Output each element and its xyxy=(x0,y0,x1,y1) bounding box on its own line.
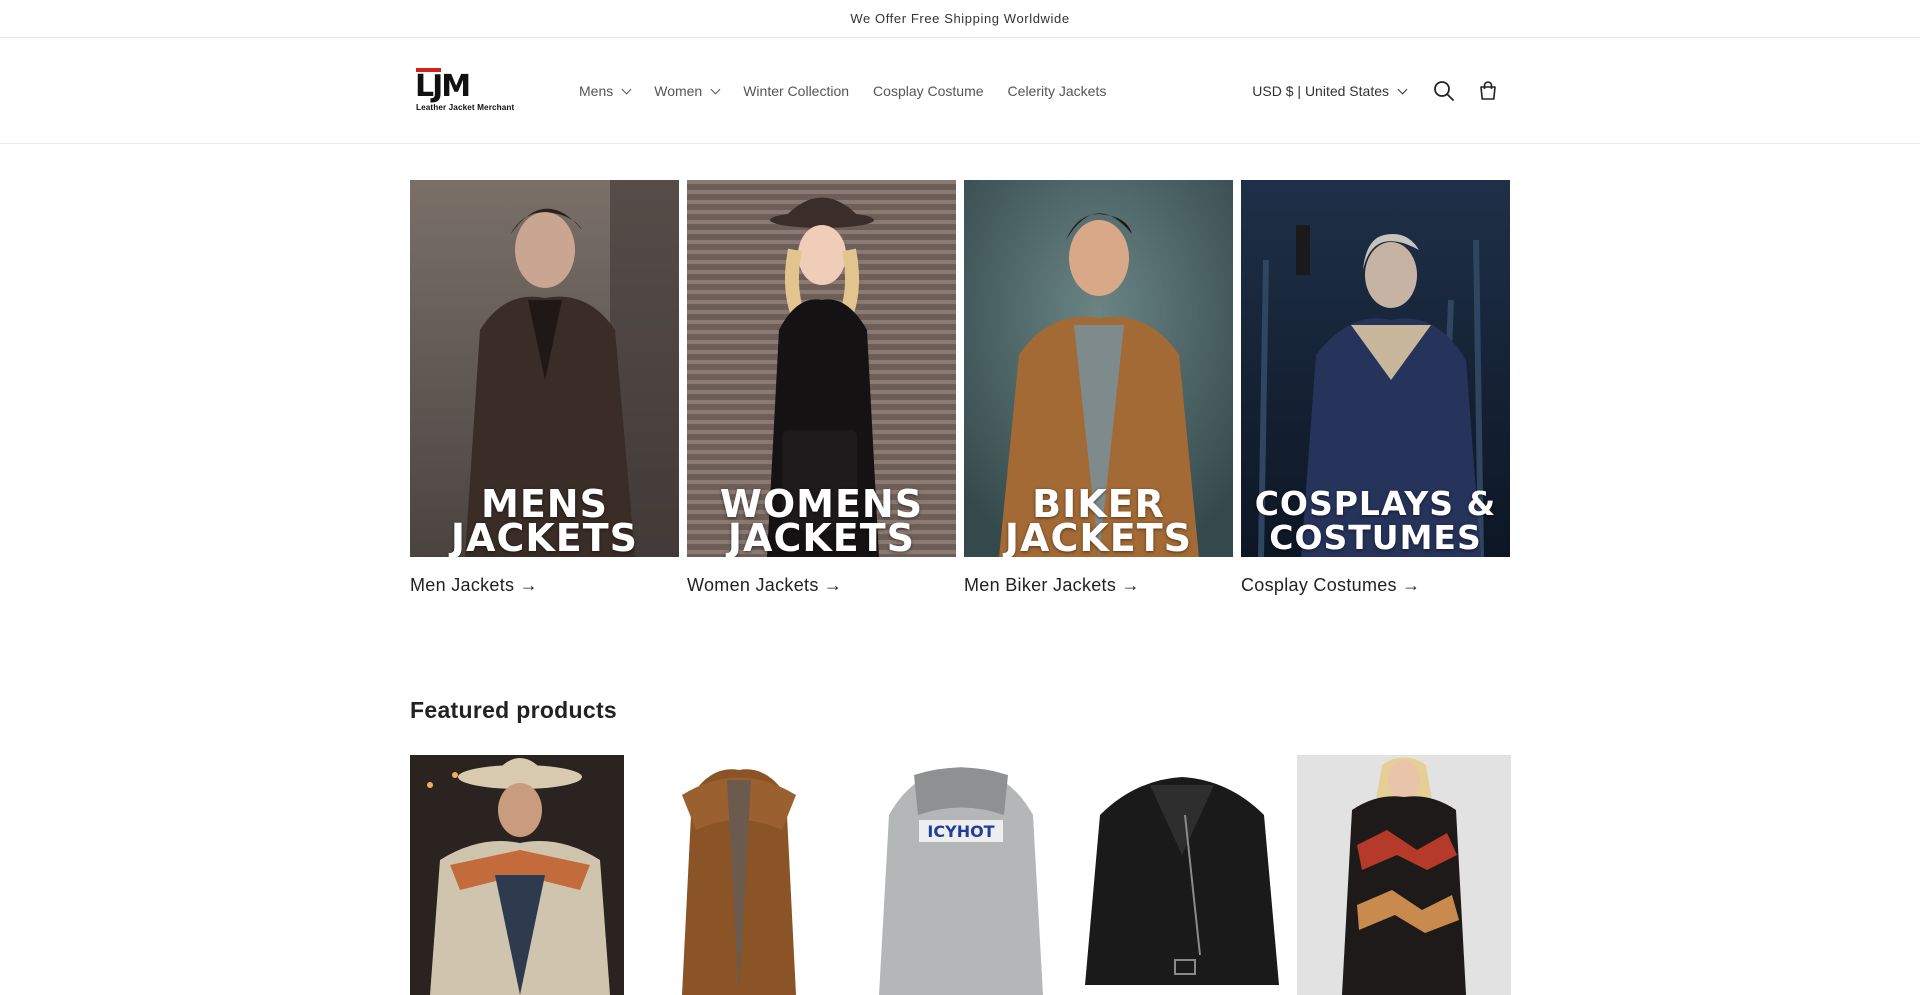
overlay-line: JACKETS xyxy=(727,516,916,557)
logo-mark: LJM xyxy=(415,69,471,104)
nav-item-label: Celerity Jackets xyxy=(1007,83,1107,99)
collection-card-men-jackets[interactable]: MENS JACKETS Men Jackets → xyxy=(410,180,679,596)
overlay-line: COSTUMES xyxy=(1269,518,1482,557)
nav-item-women[interactable]: Women xyxy=(642,83,731,99)
nav-item-label: Mens xyxy=(579,83,614,99)
overlay-line: COSPLAYS & xyxy=(1254,484,1497,523)
collection-link[interactable]: Men Jackets → xyxy=(410,575,679,596)
product-image xyxy=(631,755,846,995)
collection-card-biker-jackets[interactable]: BIKER JACKETS Men Biker Jackets → xyxy=(964,180,1233,596)
collection-list: MENS JACKETS Men Jackets → WOMENS JACKET… xyxy=(410,180,1511,596)
product-image xyxy=(410,755,624,995)
overlay-line: JACKETS xyxy=(450,516,639,557)
collection-overlay-text: MENS JACKETS xyxy=(410,485,679,557)
currency-label: USD $ | United States xyxy=(1252,83,1389,99)
nav-item-winter-collection[interactable]: Winter Collection xyxy=(731,83,861,99)
collection-image-men[interactable]: MENS JACKETS xyxy=(410,180,679,557)
collection-overlay-text: BIKER JACKETS xyxy=(964,485,1233,557)
collection-image-women[interactable]: WOMENS JACKETS xyxy=(687,180,956,557)
collection-overlay-text: COSPLAYS & COSTUMES xyxy=(1241,487,1510,557)
product-image: ICYHOT xyxy=(853,755,1068,995)
collection-overlay-text: WOMENS JACKETS xyxy=(687,485,956,557)
main-nav: Mens Women Winter Collection Cosplay Cos… xyxy=(567,83,1118,99)
collection-card-cosplay-costumes[interactable]: COSPLAYS & COSTUMES Cosplay Costumes → xyxy=(1241,180,1510,596)
announcement-bar: We Offer Free Shipping Worldwide xyxy=(0,0,1920,38)
collection-card-women-jackets[interactable]: WOMENS JACKETS Women Jackets → xyxy=(687,180,956,596)
product-card[interactable] xyxy=(1297,755,1511,995)
chevron-down-icon xyxy=(1397,84,1408,94)
product-print-text: ICYHOT xyxy=(927,822,994,841)
nav-item-label: Winter Collection xyxy=(743,83,850,99)
product-image xyxy=(1297,755,1511,995)
collection-link[interactable]: Cosplay Costumes → xyxy=(1241,575,1510,596)
cart-icon xyxy=(1480,81,1496,100)
product-image xyxy=(1075,755,1290,995)
logo-tagline: Leather Jacket Merchant xyxy=(416,103,515,112)
chevron-down-icon xyxy=(621,84,632,94)
product-card[interactable]: ICYHOT xyxy=(853,755,1068,995)
cart-button[interactable] xyxy=(1466,69,1510,113)
nav-item-label: Cosplay Costume xyxy=(873,83,984,99)
product-grid: ICYHOT xyxy=(410,755,1511,995)
overlay-line: JACKETS xyxy=(1004,516,1193,557)
collection-image-cosplay[interactable]: COSPLAYS & COSTUMES xyxy=(1241,180,1510,557)
search-button[interactable] xyxy=(1422,69,1466,113)
featured-products-heading: Featured products xyxy=(410,697,618,723)
currency-selector[interactable]: USD $ | United States xyxy=(1252,83,1408,99)
product-card[interactable] xyxy=(1075,755,1290,995)
collection-image-biker[interactable]: BIKER JACKETS xyxy=(964,180,1233,557)
nav-item-mens[interactable]: Mens xyxy=(567,83,642,99)
chevron-down-icon xyxy=(710,84,721,94)
product-card[interactable] xyxy=(410,755,624,995)
site-header: LJM Leather Jacket Merchant Mens Women W… xyxy=(0,38,1920,144)
product-card[interactable] xyxy=(631,755,846,995)
nav-item-label: Women xyxy=(654,83,703,99)
collection-link[interactable]: Women Jackets → xyxy=(687,575,956,596)
nav-item-cosplay-costume[interactable]: Cosplay Costume xyxy=(861,83,996,99)
announcement-text: We Offer Free Shipping Worldwide xyxy=(850,11,1070,26)
nav-item-celerity-jackets[interactable]: Celerity Jackets xyxy=(996,83,1119,99)
collection-link[interactable]: Men Biker Jackets → xyxy=(964,575,1233,596)
logo[interactable]: LJM Leather Jacket Merchant xyxy=(415,68,527,114)
search-icon xyxy=(1434,81,1454,101)
